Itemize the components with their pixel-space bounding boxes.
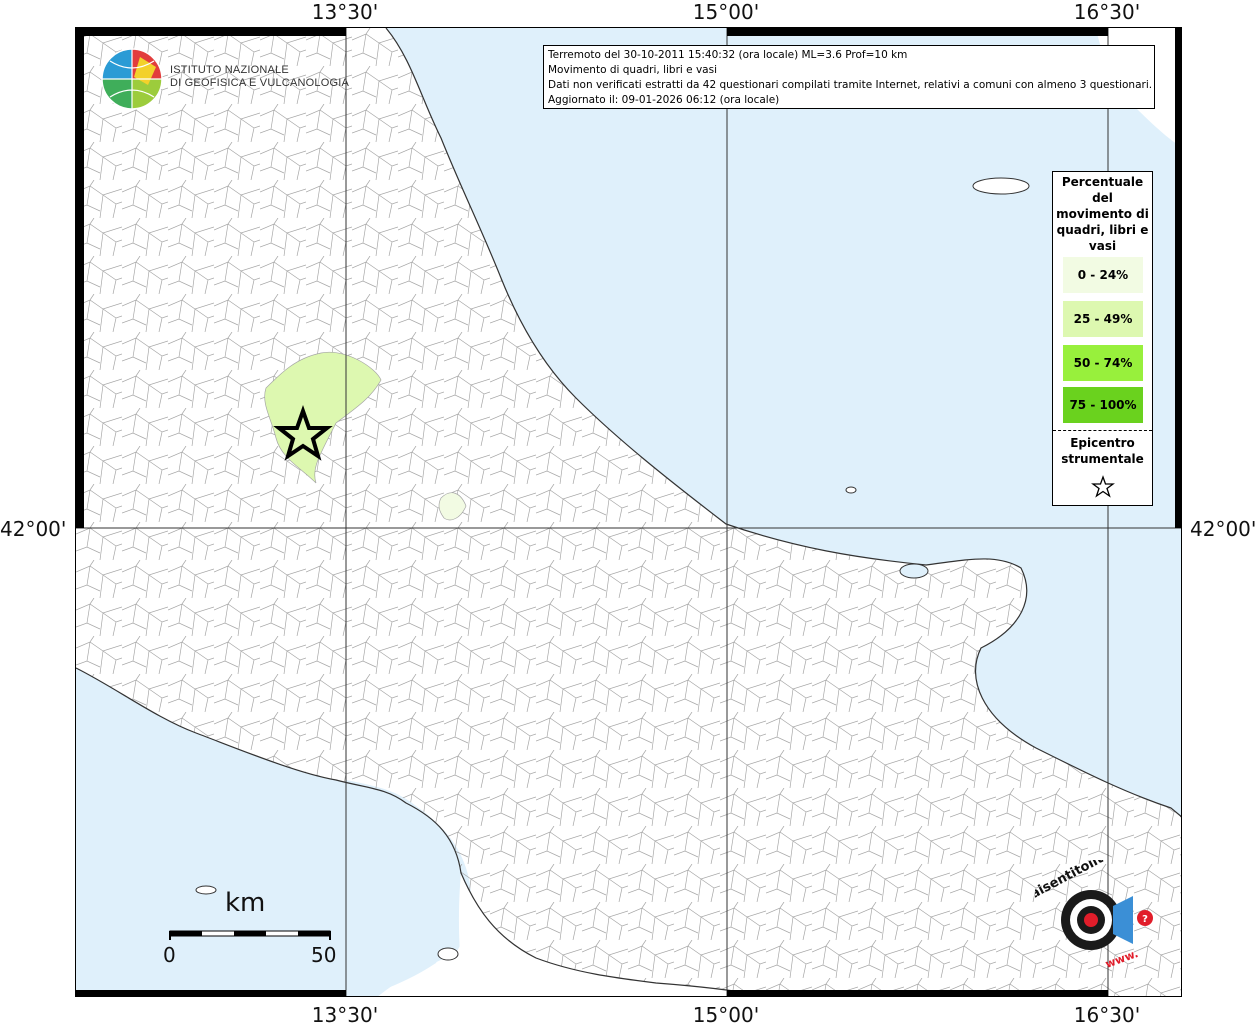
frame-tick-top-1 <box>76 28 346 36</box>
coord-bottom-15-00: 15°00' <box>692 1003 760 1027</box>
svg-text:?: ? <box>1142 914 1148 925</box>
ingv-name-line1: ISTITUTO NAZIONALE <box>170 64 289 76</box>
scale-start: 0 <box>163 943 176 967</box>
data-note: Dati non verificati estratti da 42 quest… <box>548 79 1153 91</box>
frame-tick-bottom-1 <box>76 990 346 996</box>
legend-separator <box>1053 430 1152 431</box>
frame-tick-bottom-2 <box>727 990 1108 996</box>
coord-right-42-00: 42°00' <box>1190 517 1255 541</box>
coord-top-15-00: 15°00' <box>692 0 760 24</box>
legend-item-0-24: 0 - 24% <box>1063 257 1143 293</box>
legend-item-50-74: 50 - 74% <box>1063 345 1143 381</box>
island-ponza <box>195 885 217 895</box>
ingv-name: ISTITUTO NAZIONALE DI GEOFISICA E VULCAN… <box>170 64 349 90</box>
coord-left-42-00: 42°00' <box>0 517 67 541</box>
scale-unit: km <box>225 888 266 918</box>
logo-www-text: www. <box>1104 947 1140 971</box>
legend-epicenter-label: Epicentro strumentale <box>1061 436 1144 466</box>
coord-top-16-30: 16°30' <box>1073 0 1141 24</box>
legend-title: Percentuale del movimento di quadri, lib… <box>1056 175 1149 253</box>
ingv-name-line2: DI GEOFISICA E VULCANOLOGIA <box>170 77 349 89</box>
legend-item-25-49: 25 - 49% <box>1063 301 1143 337</box>
haisentitoilterremoto-logo[interactable]: ? haisentitoilterremoto.it www. <box>1035 860 1175 980</box>
map-frame[interactable] <box>75 27 1182 997</box>
star-icon <box>1091 475 1115 498</box>
coord-bottom-16-30: 16°30' <box>1073 1003 1141 1027</box>
map-subject: Movimento di quadri, libri e vasi <box>548 64 717 76</box>
legend: Percentuale del movimento di quadri, lib… <box>1052 171 1153 506</box>
island-ischia <box>437 947 459 961</box>
frame-tick-left <box>76 28 84 528</box>
frame-tick-right <box>1175 28 1181 528</box>
coord-top-13-30: 13°30' <box>311 0 379 24</box>
legend-item-75-100: 75 - 100% <box>1063 387 1143 423</box>
map-canvas <box>76 28 1181 996</box>
scale-end: 50 <box>311 943 337 967</box>
ingv-globe-icon <box>101 48 163 110</box>
earthquake-info-box: Terremoto del 30-10-2011 15:40:32 (ora l… <box>543 45 1155 109</box>
island-tremiti <box>845 486 857 494</box>
coord-bottom-13-30: 13°30' <box>311 1003 379 1027</box>
frame-tick-top-2 <box>727 28 1108 36</box>
lake-varano <box>899 563 929 579</box>
island-adriatic <box>972 177 1030 195</box>
earthquake-summary: Terremoto del 30-10-2011 15:40:32 (ora l… <box>548 49 908 61</box>
update-timestamp: Aggiornato il: 09-01-2026 06:12 (ora loc… <box>548 94 780 106</box>
